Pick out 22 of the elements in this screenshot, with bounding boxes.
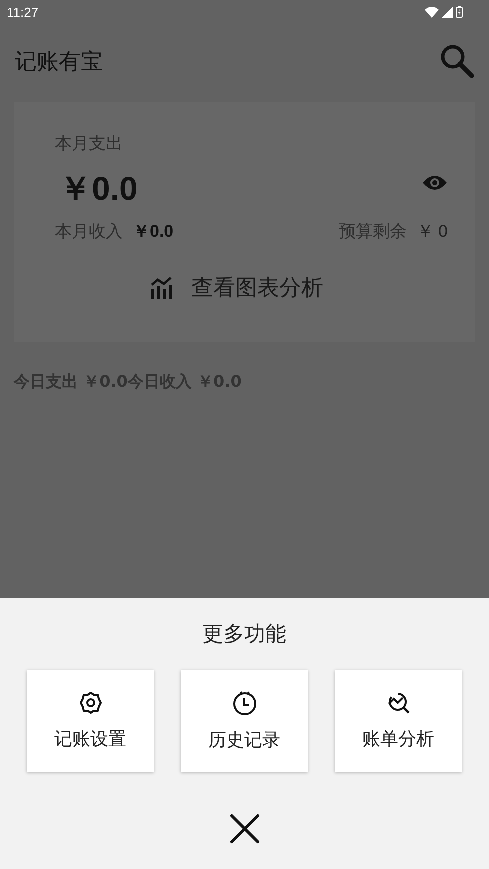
month-expense-amount: ￥0.0 bbox=[59, 169, 138, 209]
bar-chart-icon bbox=[150, 277, 174, 299]
feature-button[interactable]: 记账设置 bbox=[27, 670, 154, 772]
wifi-icon bbox=[425, 6, 439, 18]
feature-button[interactable]: 历史记录 bbox=[181, 670, 308, 772]
gear-icon bbox=[78, 691, 102, 715]
clock-icon bbox=[232, 690, 258, 716]
month-income-value: ￥0.0 bbox=[133, 221, 174, 243]
close-icon[interactable] bbox=[230, 814, 260, 844]
trend-search-icon bbox=[386, 691, 410, 715]
search-icon[interactable] bbox=[439, 43, 475, 79]
month-income-label: 本月收入 bbox=[55, 221, 123, 243]
app-title: 记账有宝 bbox=[15, 49, 103, 77]
battery-icon bbox=[456, 6, 463, 18]
budget-remaining-value: ￥ 0 bbox=[416, 221, 448, 243]
feature-button[interactable]: 账单分析 bbox=[335, 670, 462, 772]
sheet-title: 更多功能 bbox=[202, 621, 286, 648]
eye-icon[interactable] bbox=[422, 175, 448, 191]
month-expense-label: 本月支出 bbox=[55, 133, 124, 155]
signal-icon bbox=[442, 6, 453, 18]
budget-remaining-label: 预算剩余 bbox=[338, 221, 407, 243]
status-time: 11:27 bbox=[7, 4, 39, 20]
